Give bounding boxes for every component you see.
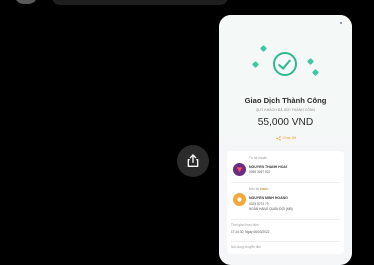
transaction-details-card: Từ tài khoản NGUYEN THANH HOAI 0398 3267… — [227, 151, 344, 254]
chat-avatar — [14, 0, 38, 4]
divider — [231, 219, 340, 220]
divider — [231, 182, 340, 183]
from-label: Từ tài khoản — [249, 156, 267, 160]
bank-logo-icon — [233, 163, 246, 176]
sparkle-icon — [306, 57, 315, 66]
share-button[interactable] — [177, 145, 209, 177]
to-name: NGUYEN MINH HOANG — [249, 196, 288, 200]
sparkle-icon — [311, 68, 320, 77]
sparkle-icon — [259, 44, 268, 53]
from-name: NGUYEN THANH HOAI — [249, 165, 287, 169]
content-label: Nội dung chuyển tiền — [231, 245, 261, 249]
mb-bank-logo-icon — [233, 193, 246, 206]
time-label: Thời gian thực hiện — [231, 223, 259, 227]
receipt-subtitle: QUÝ KHÁCH ĐÃ GỬI THÀNH CÔNG — [255, 108, 316, 112]
receipt-amount: 55,000 VND — [257, 117, 314, 128]
success-check-icon — [273, 52, 297, 76]
receipt-screenshot[interactable]: Giao Dịch Thành Công QUÝ KHÁCH ĐÃ GỬI TH… — [219, 15, 352, 265]
share-small-icon — [276, 135, 281, 141]
receipt-title: Giao Dịch Thành Công — [244, 96, 327, 105]
to-bank: NGÂN HÀNG QUÂN ĐỘI (MB) — [249, 207, 293, 211]
share-icon — [187, 154, 199, 167]
time-value: 17:10:30, Ngày 06/03/2022 — [231, 230, 270, 234]
divider — [231, 241, 340, 242]
from-account: 0398 3267 922 — [249, 170, 271, 174]
sparkle-icon — [251, 60, 260, 69]
save-contact-link[interactable]: Lưu — [260, 187, 266, 191]
receipt-header: Giao Dịch Thành Công QUÝ KHÁCH ĐÃ GỬI TH… — [219, 15, 352, 137]
share-link-label: Chia Sẻ — [282, 136, 297, 140]
share-link[interactable]: Chia Sẻ — [271, 134, 301, 142]
message-bar — [52, 0, 228, 5]
status-dot — [340, 22, 342, 24]
